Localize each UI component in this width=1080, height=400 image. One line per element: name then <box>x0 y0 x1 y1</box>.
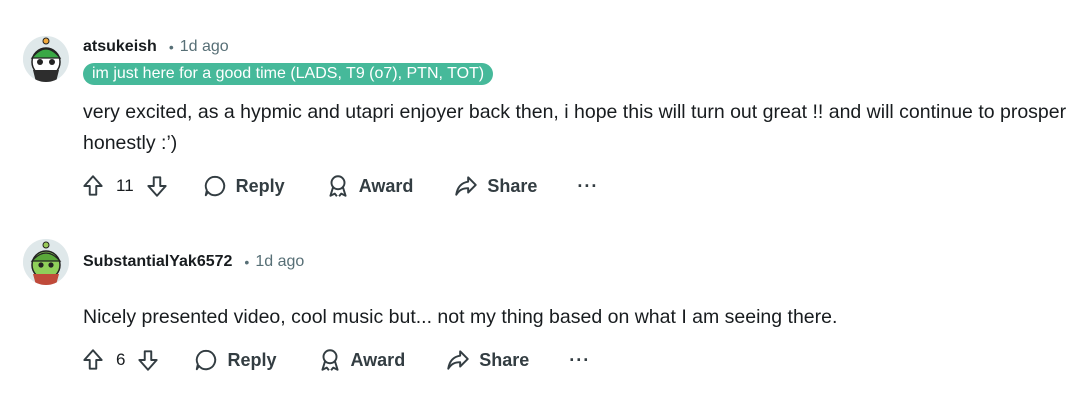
snoo-avatar-icon <box>23 36 69 82</box>
downvote-arrow-icon <box>138 350 159 371</box>
snoo-avatar-icon <box>23 239 69 285</box>
reply-label: Reply <box>227 349 277 370</box>
avatar[interactable] <box>23 36 69 82</box>
comment-body: very excited, as a hypmic and utapri enj… <box>83 101 1067 154</box>
award-button[interactable]: Award <box>317 347 406 373</box>
user-flair: im just here for a good time (LADS, T9 (… <box>83 63 494 85</box>
downvote-arrow-icon <box>147 176 167 197</box>
more-options-button[interactable]: ··· <box>569 350 590 371</box>
reply-button[interactable]: Reply <box>202 173 285 199</box>
reply-button[interactable]: Reply <box>193 347 277 373</box>
upvote-button[interactable] <box>80 347 106 373</box>
upvote-button[interactable] <box>80 173 106 199</box>
timestamp[interactable]: 1d ago <box>255 253 304 271</box>
avatar[interactable] <box>23 239 69 285</box>
comment-body: Nicely presented video, cool music but..… <box>83 306 838 328</box>
share-arrow-icon <box>447 350 469 370</box>
vote-count: 6 <box>116 350 126 369</box>
share-arrow-icon <box>455 176 478 196</box>
share-button[interactable]: Share <box>445 347 529 373</box>
meta-separator: • <box>244 254 250 270</box>
award-ribbon-icon <box>320 349 339 371</box>
speech-bubble-icon <box>196 349 217 371</box>
downvote-button[interactable] <box>144 173 170 199</box>
username[interactable]: atsukeish <box>83 38 157 56</box>
upvote-arrow-icon <box>83 175 103 196</box>
award-button[interactable]: Award <box>325 173 414 199</box>
meta-separator: • <box>168 39 174 55</box>
award-label: Award <box>358 175 414 196</box>
more-options-button[interactable]: ··· <box>577 176 598 197</box>
award-ribbon-icon <box>329 175 347 197</box>
reply-label: Reply <box>235 175 285 196</box>
award-label: Award <box>350 349 406 370</box>
share-label: Share <box>479 349 530 370</box>
username[interactable]: SubstantialYak6572 <box>83 253 232 271</box>
speech-bubble-icon <box>204 175 225 197</box>
share-button[interactable]: Share <box>453 173 537 199</box>
downvote-button[interactable] <box>135 347 161 373</box>
vote-count: 11 <box>116 176 134 195</box>
upvote-arrow-icon <box>83 349 103 370</box>
timestamp[interactable]: 1d ago <box>180 38 229 56</box>
share-label: Share <box>487 175 538 196</box>
